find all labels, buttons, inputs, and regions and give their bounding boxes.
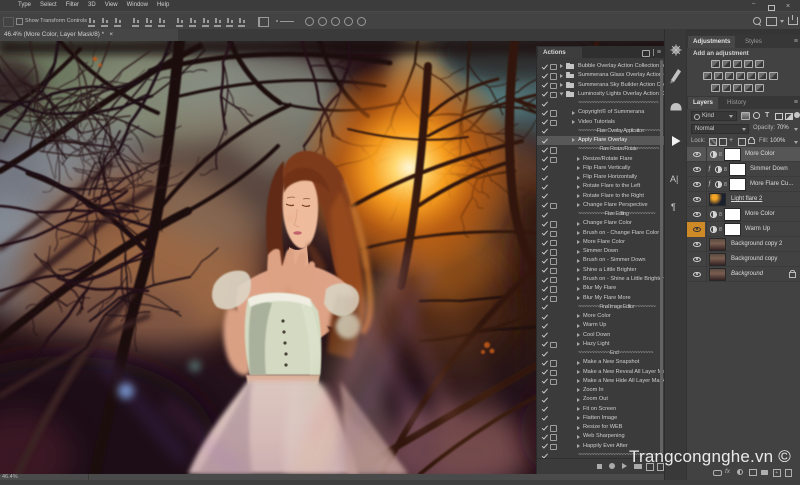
svg-text:¶: ¶ bbox=[671, 202, 676, 212]
svg-text:A|: A| bbox=[670, 174, 678, 184]
